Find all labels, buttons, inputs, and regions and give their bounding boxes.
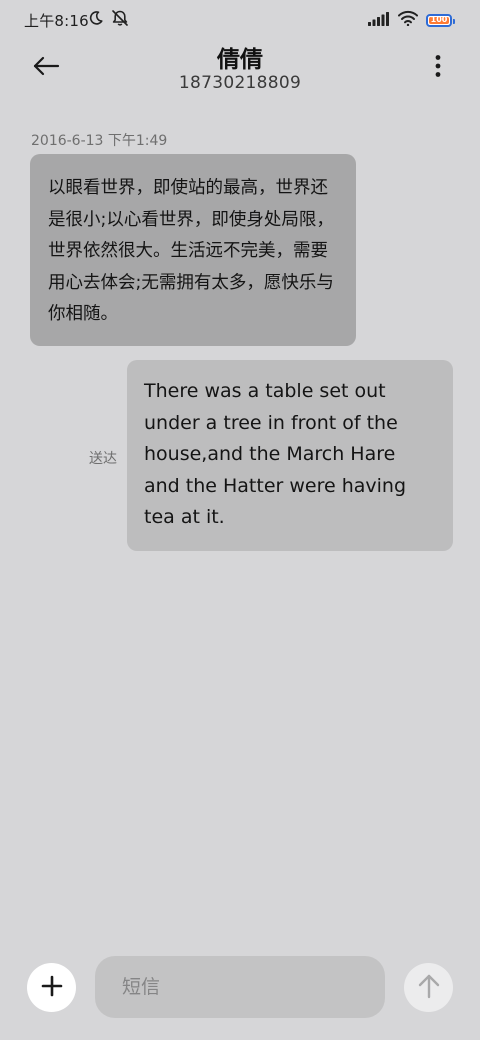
wifi-icon [398,10,418,30]
message-timestamp: 2016-6-13 下午1:49 [31,133,168,149]
attach-button[interactable] [27,963,76,1012]
incoming-message-text: 以眼看世界，即使站的最高，世界还是很小;以心看世界，即使身处局限，世界依然很大。… [48,178,334,324]
outgoing-message-bubble[interactable]: There was a table set out under a tree i… [127,360,453,551]
contact-number: 18730218809 [178,73,302,93]
status-bar: 上午8:16 100 [0,0,480,40]
signal-icon [368,11,390,30]
battery-level: 100 [429,15,449,24]
more-options-button[interactable] [426,52,450,84]
plus-icon [41,975,63,1001]
moon-icon [88,10,104,30]
contact-name: 倩倩 [217,47,263,73]
incoming-message-bubble[interactable]: 以眼看世界，即使站的最高，世界还是很小;以心看世界，即使身处局限，世界依然很大。… [30,154,356,346]
mute-bell-icon [110,9,130,31]
status-time: 上午8:16 [24,12,89,30]
send-button[interactable] [404,963,453,1012]
status-left-icons [88,9,130,31]
battery-icon: 100 [426,13,455,27]
status-right-icons: 100 [368,10,455,30]
outgoing-message-text: There was a table set out under a tree i… [144,380,407,528]
more-vertical-icon [435,54,441,82]
delivery-status: 送达 [89,451,117,467]
send-arrow-icon [418,973,440,1003]
message-input[interactable] [95,956,385,1018]
